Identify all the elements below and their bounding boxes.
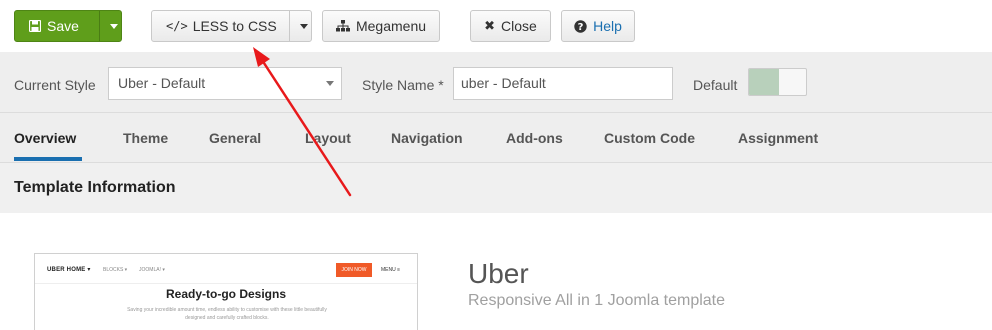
template-preview-image: UBER HOME ▾ BLOCKS ▾ JOOMLA! ▾ JOIN NOW … xyxy=(34,253,418,330)
preview-link-blocks: BLOCKS ▾ xyxy=(103,267,128,273)
save-dropdown-toggle[interactable] xyxy=(106,11,121,41)
close-button[interactable]: ✖ Close xyxy=(470,10,551,42)
less-divider xyxy=(289,11,290,41)
preview-link-joomla: JOOMLA! ▾ xyxy=(139,267,165,273)
tab-layout[interactable]: Layout xyxy=(305,130,351,146)
toolbar: Save </> LESS to CSS Megamenu ✖ Close ? … xyxy=(0,0,992,52)
code-icon: </> xyxy=(166,19,188,33)
caret-down-icon xyxy=(109,23,118,29)
megamenu-button[interactable]: Megamenu xyxy=(322,10,440,42)
close-label: Close xyxy=(501,18,537,34)
active-tab-indicator xyxy=(14,157,82,161)
save-split-button[interactable]: Save xyxy=(14,10,122,42)
preview-navbar: UBER HOME ▾ BLOCKS ▾ JOOMLA! ▾ JOIN NOW … xyxy=(35,254,417,284)
save-button[interactable]: Save xyxy=(15,11,93,41)
help-button[interactable]: ? Help xyxy=(561,10,635,42)
current-style-value: Uber - Default xyxy=(118,75,206,91)
floppy-icon xyxy=(29,20,41,32)
less-to-css-label: LESS to CSS xyxy=(192,18,277,34)
sitemap-icon xyxy=(335,20,350,32)
section-header: Template Information xyxy=(0,163,992,213)
svg-text:?: ? xyxy=(578,22,584,33)
template-description: Responsive All in 1 Joomla template xyxy=(468,292,726,309)
tab-add-ons[interactable]: Add-ons xyxy=(506,130,563,146)
preview-menu: MENU ≡ xyxy=(381,267,401,273)
preview-brand: UBER HOME ▾ xyxy=(47,267,91,273)
tab-overview[interactable]: Overview xyxy=(14,130,76,146)
tab-bar: Overview Theme General Layout Navigation… xyxy=(0,113,992,163)
less-dropdown-toggle[interactable] xyxy=(296,11,311,41)
preview-join-button: JOIN NOW xyxy=(336,263,372,277)
tab-custom-code[interactable]: Custom Code xyxy=(604,130,695,146)
current-style-label: Current Style xyxy=(14,77,96,93)
save-divider xyxy=(99,11,100,41)
less-to-css-button[interactable]: </> LESS to CSS xyxy=(152,11,283,41)
save-label: Save xyxy=(47,18,79,34)
tab-assignment[interactable]: Assignment xyxy=(738,130,818,146)
tab-theme[interactable]: Theme xyxy=(123,130,168,146)
select-arrow-icon xyxy=(326,81,334,86)
tab-general[interactable]: General xyxy=(209,130,261,146)
style-bar: Current Style Uber - Default Style Name … xyxy=(0,52,992,113)
preview-heading: Ready-to-go Designs xyxy=(165,287,286,301)
style-name-input[interactable]: uber - Default xyxy=(453,67,673,100)
caret-down-icon xyxy=(299,23,308,29)
help-label: Help xyxy=(593,18,622,34)
close-icon: ✖ xyxy=(484,18,496,33)
default-label: Default xyxy=(693,77,738,93)
preview-subtext: Saving your incredible amount time, endl… xyxy=(127,307,327,321)
style-name-value: uber - Default xyxy=(461,75,546,91)
less-to-css-split-button[interactable]: </> LESS to CSS xyxy=(151,10,312,42)
section-title: Template Information xyxy=(14,179,176,196)
current-style-select[interactable]: Uber - Default xyxy=(108,67,342,100)
question-circle-icon: ? xyxy=(574,19,587,33)
default-toggle[interactable] xyxy=(748,68,807,96)
toggle-on-state xyxy=(749,69,779,95)
style-name-label: Style Name * xyxy=(362,77,444,93)
tab-navigation[interactable]: Navigation xyxy=(391,130,463,146)
template-name: Uber xyxy=(468,258,529,289)
megamenu-label: Megamenu xyxy=(355,18,427,34)
